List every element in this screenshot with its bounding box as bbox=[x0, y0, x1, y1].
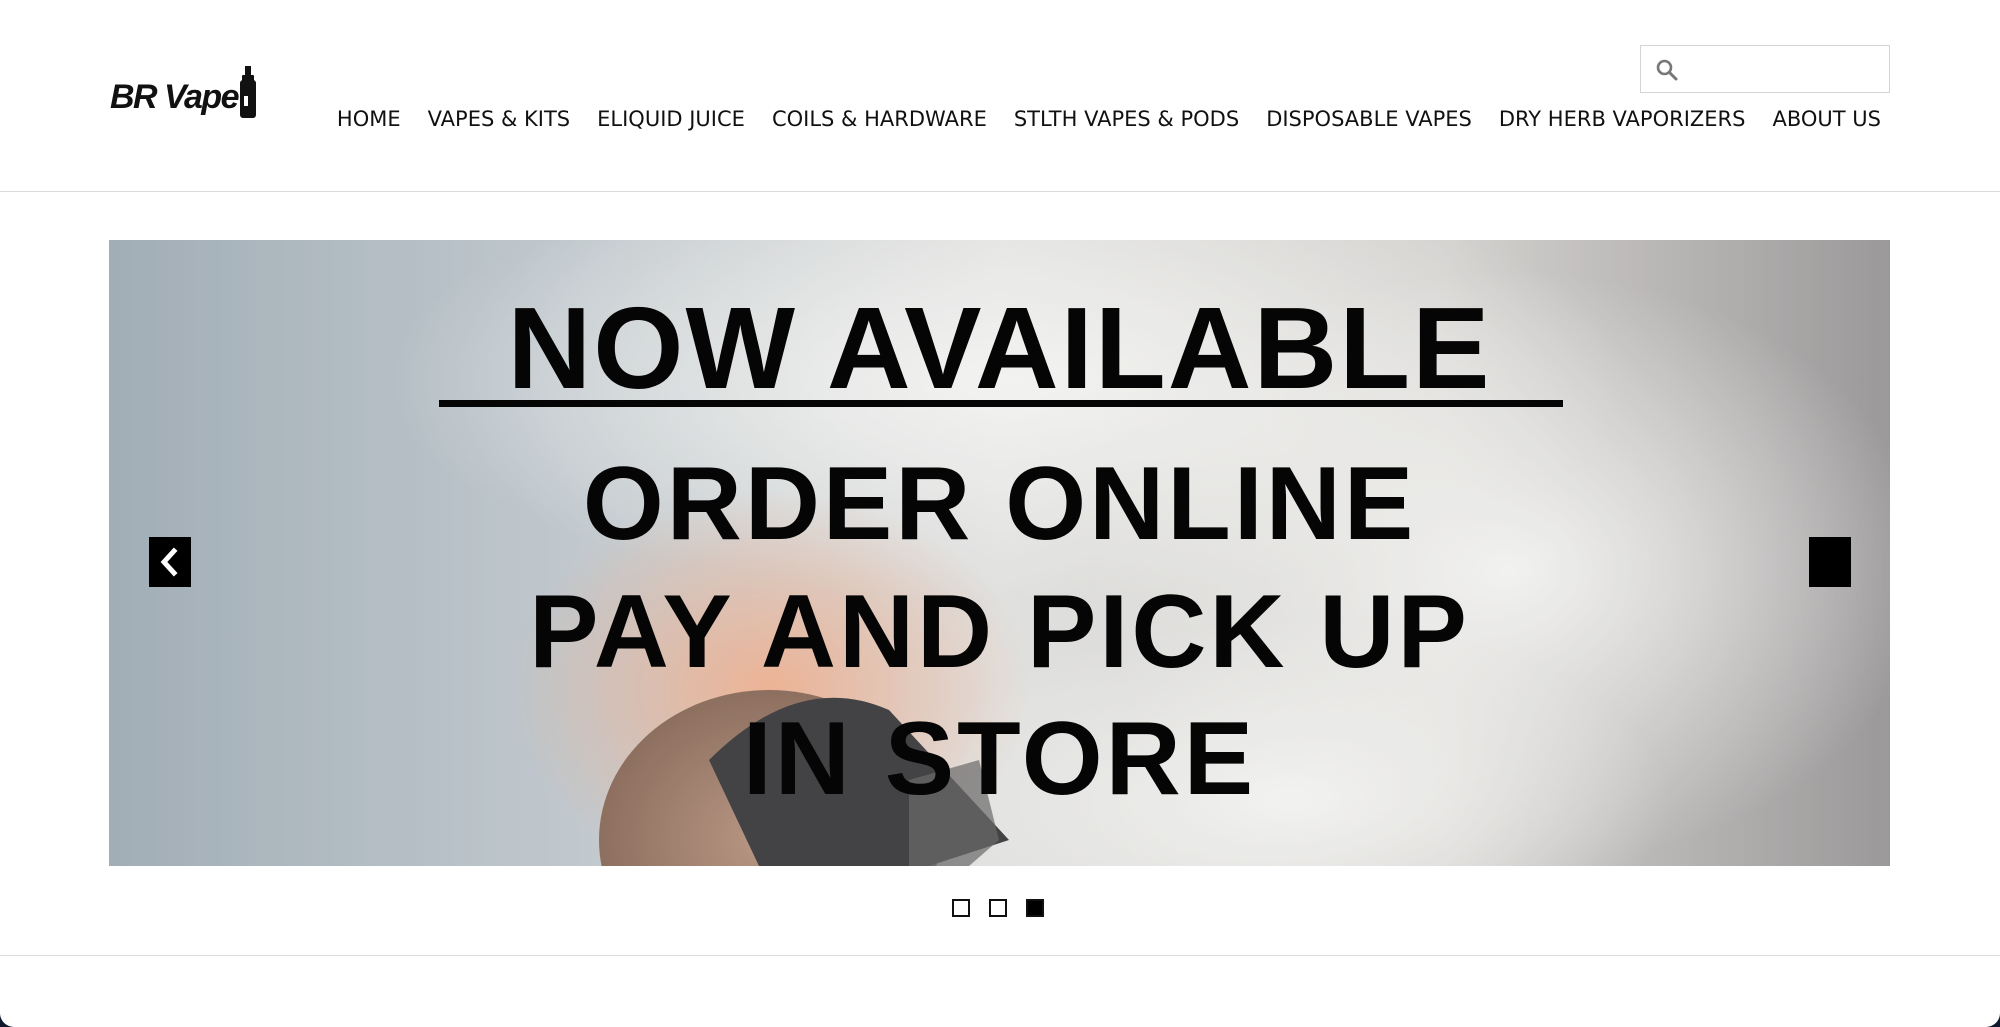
site-header: BR Vape HOME VAPES & KITS ELIQUID JUICE … bbox=[0, 0, 2000, 192]
slider-prev-button[interactable] bbox=[149, 537, 191, 587]
slider-pagination bbox=[952, 899, 1044, 917]
section-divider bbox=[0, 955, 2000, 956]
nav-item-eliquid-juice[interactable]: ELIQUID JUICE bbox=[584, 104, 759, 134]
site-logo[interactable]: BR Vape bbox=[110, 66, 257, 122]
nav-item-stlth-vapes-pods[interactable]: STLTH VAPES & PODS bbox=[1000, 104, 1252, 134]
banner-headline-underline bbox=[439, 400, 1563, 407]
vape-device-icon bbox=[239, 66, 257, 122]
logo-text: BR Vape bbox=[110, 78, 240, 116]
nav-item-coils-hardware[interactable]: COILS & HARDWARE bbox=[758, 104, 1000, 134]
hero-slider: NOW AVAILABLE ORDER ONLINE PAY AND PICK … bbox=[109, 240, 1890, 866]
chevron-right-icon bbox=[1809, 537, 1851, 587]
page: BR Vape HOME VAPES & KITS ELIQUID JUICE … bbox=[0, 0, 2000, 1027]
nav-item-disposable-vapes[interactable]: DISPOSABLE VAPES bbox=[1253, 104, 1486, 134]
banner-headline: NOW AVAILABLE bbox=[507, 283, 1492, 413]
slider-next-button[interactable] bbox=[1809, 537, 1851, 587]
search-icon bbox=[1655, 58, 1679, 82]
banner-line-in-store: IN STORE bbox=[742, 701, 1257, 817]
nav-item-vapes-kits[interactable]: VAPES & KITS bbox=[414, 104, 584, 134]
nav-item-dry-herb-vaporizers[interactable]: DRY HERB VAPORIZERS bbox=[1485, 104, 1759, 134]
chevron-left-icon bbox=[160, 547, 178, 577]
slider-dot-3[interactable] bbox=[1026, 899, 1044, 917]
banner-line-pay-pickup: PAY AND PICK UP bbox=[529, 574, 1470, 690]
banner-line-order-online: ORDER ONLINE bbox=[582, 446, 1417, 562]
main-nav: HOME VAPES & KITS ELIQUID JUICE COILS & … bbox=[323, 104, 1881, 134]
nav-item-about-us[interactable]: ABOUT US bbox=[1759, 104, 1881, 134]
slider-dot-1[interactable] bbox=[952, 899, 970, 917]
search-input[interactable] bbox=[1689, 52, 1883, 88]
slider-dot-2[interactable] bbox=[989, 899, 1007, 917]
search-box[interactable] bbox=[1640, 45, 1890, 93]
nav-item-home[interactable]: HOME bbox=[323, 104, 414, 134]
